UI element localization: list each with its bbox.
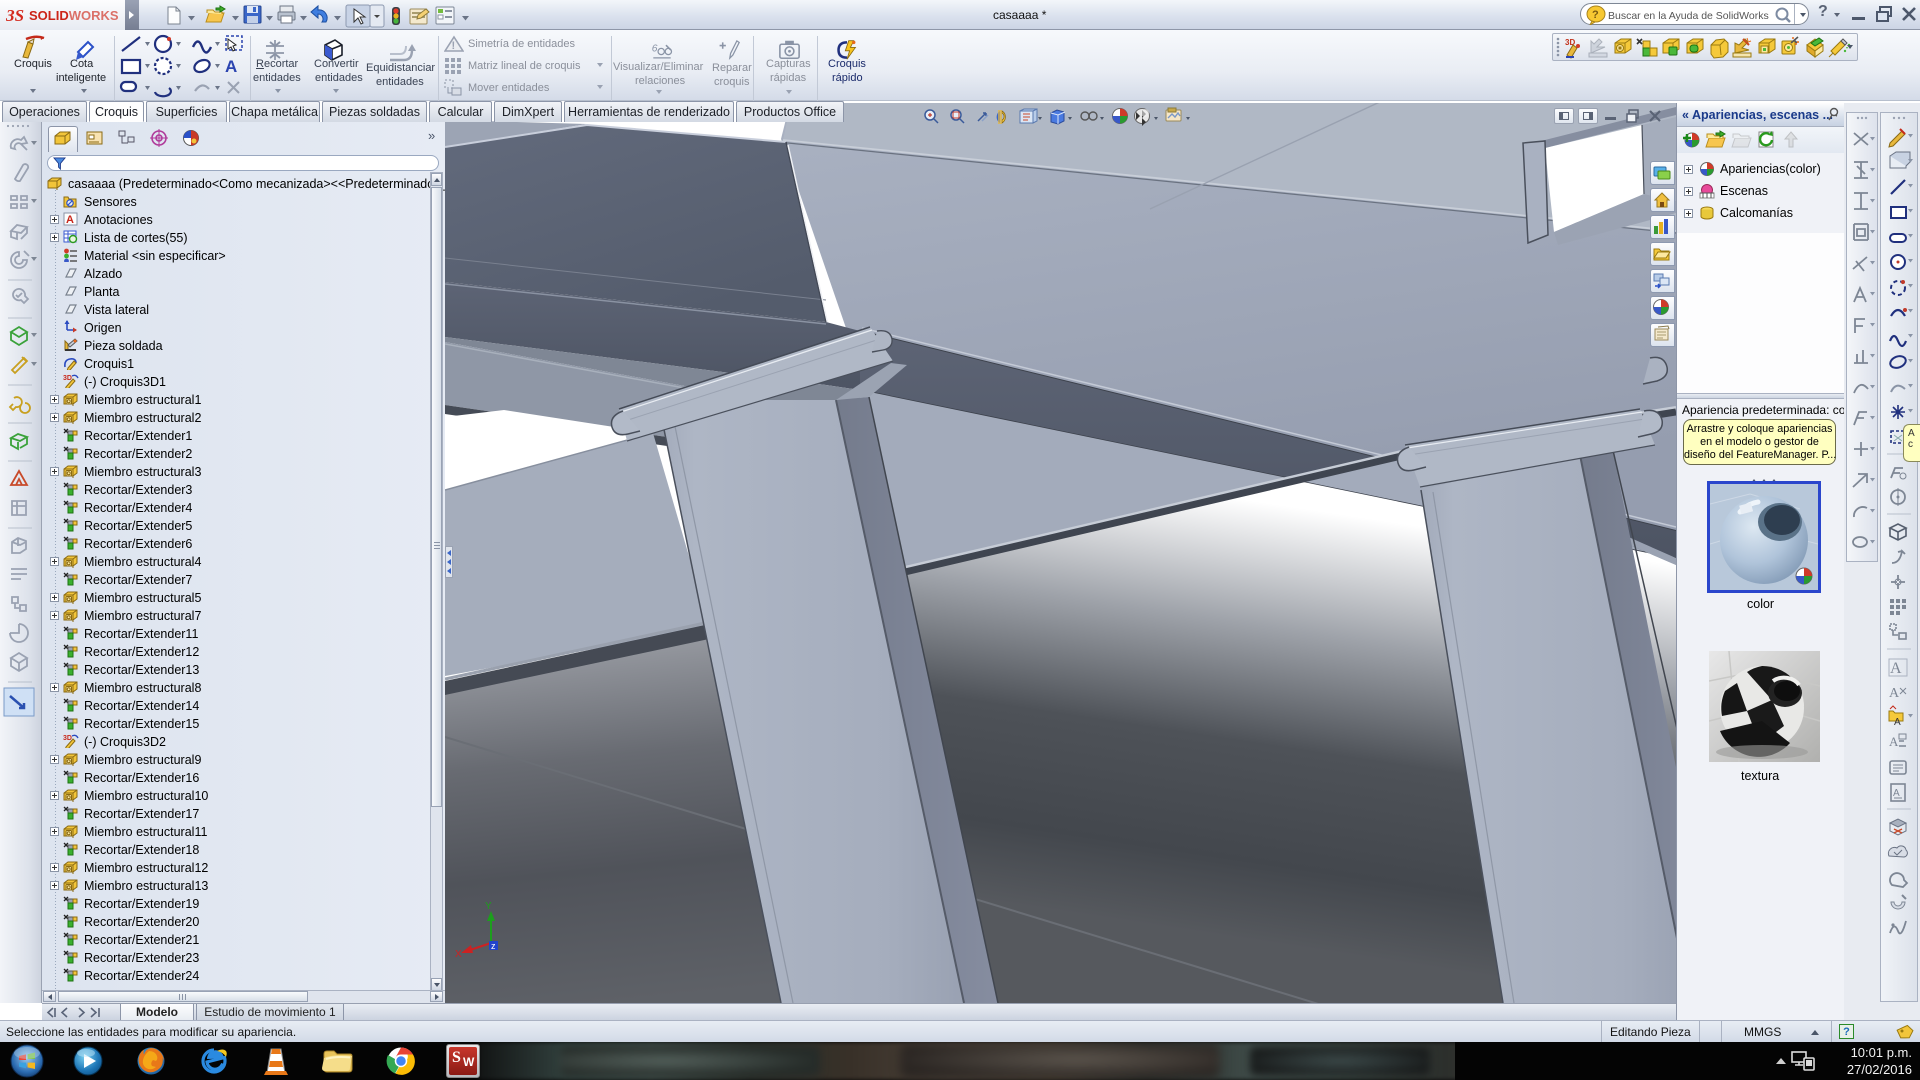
svg-text:A: A	[1889, 686, 1900, 701]
svg-text:A: A	[225, 57, 237, 76]
svg-text:3D: 3D	[63, 375, 72, 382]
svg-text:A: A	[1889, 734, 1899, 749]
svg-text:Y: Y	[485, 901, 492, 912]
svg-text:A: A	[66, 214, 74, 226]
svg-text:X: X	[455, 949, 462, 960]
svg-text:!: !	[452, 40, 456, 52]
svg-text:A: A	[1890, 660, 1902, 677]
svg-text:A: A	[1894, 717, 1901, 728]
svg-text:A: A	[1893, 788, 1900, 799]
svg-text:ЗS: ЗS	[6, 6, 24, 25]
svg-text:SOLIDWORKS: SOLIDWORKS	[29, 8, 119, 23]
svg-text:6: 6	[652, 44, 658, 55]
svg-text:z: z	[491, 941, 496, 951]
svg-text:?: ?	[1592, 9, 1599, 21]
svg-text:3D: 3D	[63, 735, 72, 742]
